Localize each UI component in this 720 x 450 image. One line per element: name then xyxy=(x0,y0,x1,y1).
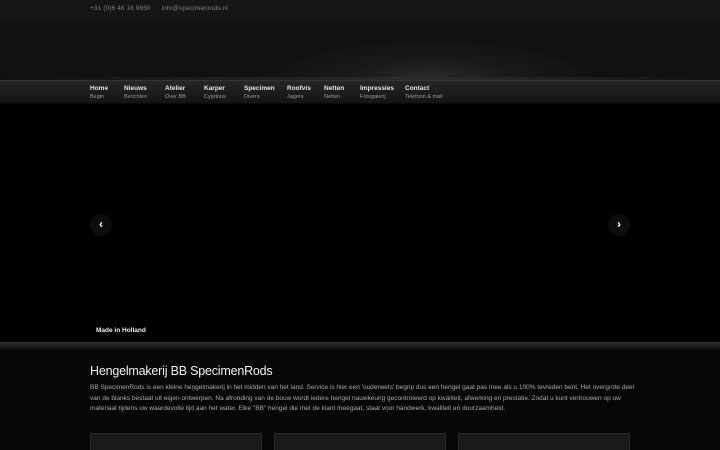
image-slider: ‹ › Made in Holland xyxy=(0,104,720,342)
feature-card[interactable] xyxy=(458,433,630,450)
nav-label: Karper xyxy=(204,85,225,92)
nav-sublabel: Jagers xyxy=(287,94,304,100)
slider-next-button[interactable]: › xyxy=(608,214,630,236)
nav-item-atelier[interactable]: Atelier Over BB xyxy=(165,85,186,101)
nav-label: Specimen xyxy=(244,85,275,92)
intro-text: BB SpecimenRods is een kleine hengelmake… xyxy=(90,384,635,412)
nav-item-karper[interactable]: Karper Cyprinus xyxy=(204,85,226,101)
nav-item-impressies[interactable]: Impressies Fotogalerij xyxy=(360,85,394,101)
nav-label: Impressies xyxy=(360,85,394,92)
nav-sublabel: Telefoon & mail xyxy=(405,94,443,100)
nav-label: Nieuws xyxy=(124,85,147,92)
feature-card[interactable] xyxy=(274,433,446,450)
nav-sublabel: Berichten xyxy=(124,94,148,100)
top-contact-bar: +31 (0)6 46 18 9650 info@specimenrods.nl xyxy=(0,0,720,20)
nav-item-contact[interactable]: Contact Telefoon & mail xyxy=(405,85,443,101)
nav-label: Roofvis xyxy=(287,85,311,92)
nav-sublabel: Netten xyxy=(324,94,341,100)
nav-item-netten[interactable]: Netten Netten xyxy=(324,85,344,101)
main-navigation: Home Begin Nieuws Berichten Atelier Over… xyxy=(0,80,720,104)
chevron-left-icon: ‹ xyxy=(99,217,103,231)
phone-number[interactable]: +31 (0)6 46 18 9650 xyxy=(90,5,151,12)
nav-sublabel: Begin xyxy=(90,94,105,100)
nav-label: Atelier xyxy=(165,85,186,92)
nav-item-nieuws[interactable]: Nieuws Berichten xyxy=(124,85,147,101)
header-banner xyxy=(0,20,720,80)
nav-item-home[interactable]: Home Begin xyxy=(90,85,108,101)
email-link[interactable]: info@specimenrods.nl xyxy=(162,5,228,12)
slide-caption: Made in Holland xyxy=(96,327,146,334)
chevron-right-icon: › xyxy=(617,217,621,231)
slider-prev-button[interactable]: ‹ xyxy=(90,214,112,236)
nav-sublabel: Cyprinus xyxy=(204,94,226,100)
nav-sublabel: Over BB xyxy=(165,94,186,100)
nav-item-specimen[interactable]: Specimen Divers xyxy=(244,85,275,101)
intro-section: Hengelmakerij BB SpecimenRods BB Specime… xyxy=(0,350,720,450)
nav-item-roofvis[interactable]: Roofvis Jagers xyxy=(287,85,311,101)
section-divider xyxy=(0,342,720,350)
nav-sublabel: Fotogalerij xyxy=(360,94,386,100)
feature-card[interactable] xyxy=(90,433,262,450)
nav-label: Contact xyxy=(405,85,430,92)
nav-sublabel: Divers xyxy=(244,94,260,100)
intro-title: Hengelmakerij BB SpecimenRods xyxy=(90,364,273,378)
nav-label: Netten xyxy=(324,85,345,92)
contact-info: +31 (0)6 46 18 9650 info@specimenrods.nl xyxy=(90,5,237,12)
nav-label: Home xyxy=(90,85,109,92)
